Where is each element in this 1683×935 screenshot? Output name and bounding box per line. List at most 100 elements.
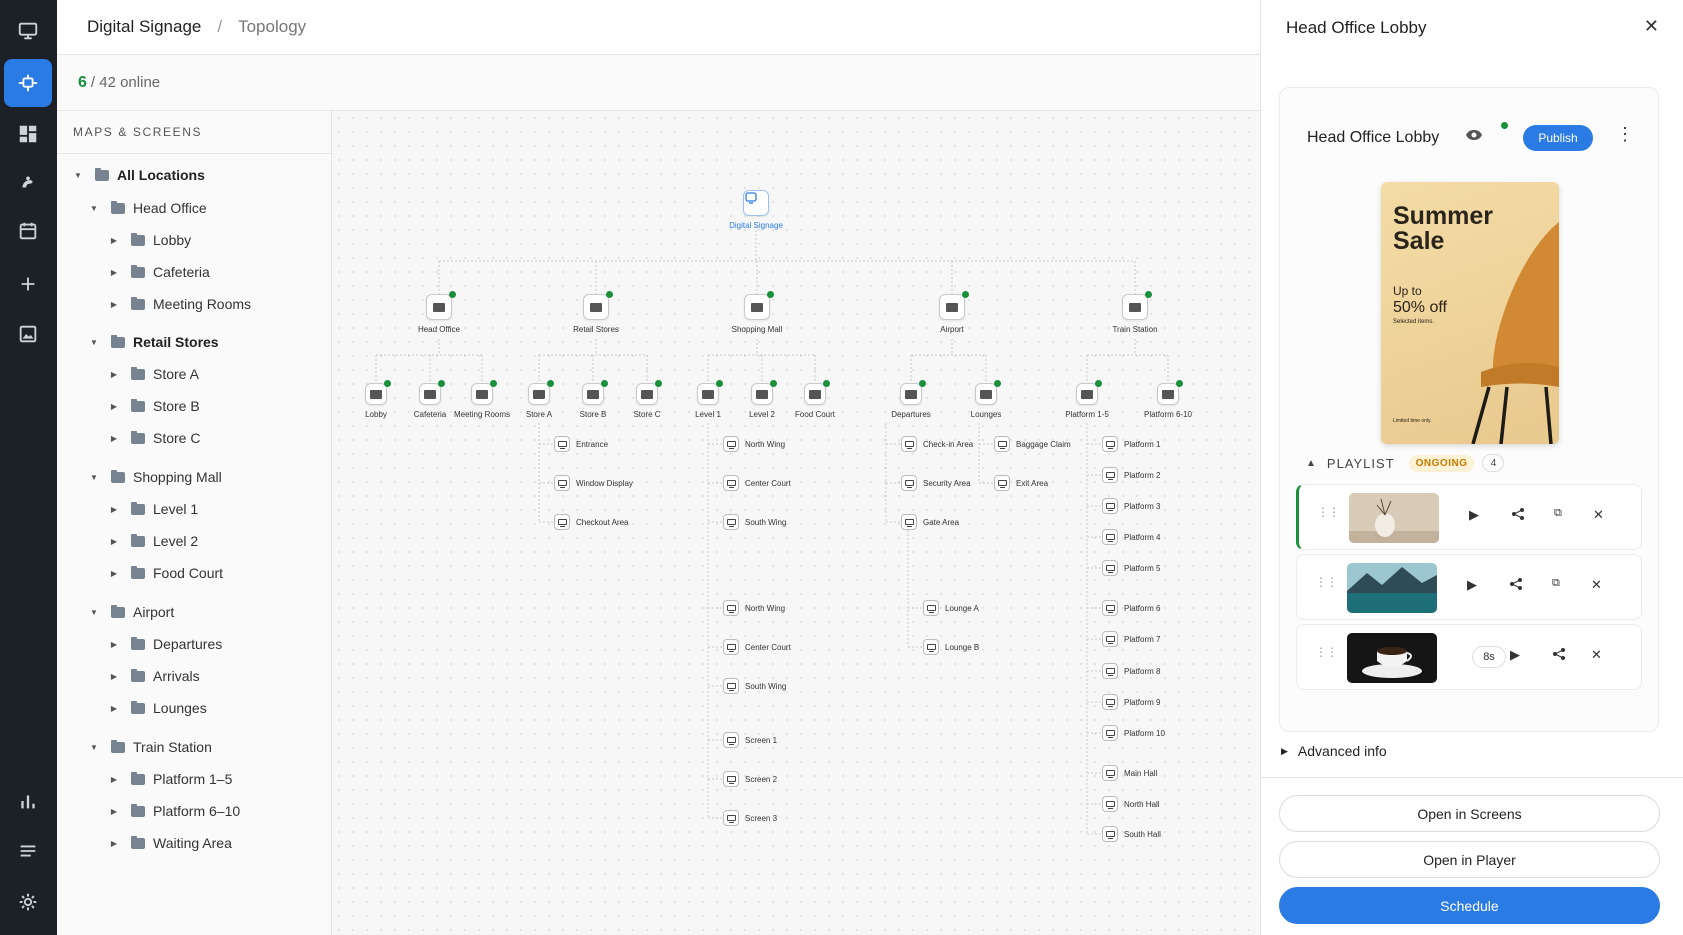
tree-item[interactable]: ▶ Store A [109, 362, 199, 386]
screen-node[interactable]: Platform 9 [1102, 694, 1160, 710]
screen-node[interactable]: South Wing [723, 514, 786, 530]
screen-node[interactable]: Platform 6 [1102, 600, 1160, 616]
chart-icon[interactable] [4, 777, 52, 825]
caret-right-icon[interactable]: ▶ [109, 434, 119, 443]
eye-icon[interactable] [1465, 128, 1483, 146]
play-icon[interactable]: ▶ [1469, 507, 1479, 523]
tree-item[interactable]: ▶ Arrivals [109, 664, 200, 688]
calendar-icon[interactable] [4, 207, 52, 255]
monitor-icon[interactable] [4, 7, 52, 55]
topology-node[interactable]: Platform 1-5 [1052, 380, 1122, 420]
caret-right-icon[interactable]: ▶ [109, 300, 119, 309]
tree-item[interactable]: ▼ Airport [89, 600, 174, 624]
caret-right-icon[interactable]: ▶ [109, 775, 119, 784]
topology-node[interactable]: Store C [612, 380, 682, 420]
duplicate-icon[interactable]: ⧉ [1552, 577, 1560, 590]
topology-node[interactable]: Head Office [404, 291, 474, 335]
publish-button[interactable]: Publish [1523, 125, 1593, 151]
tree-item[interactable]: ▶ Waiting Area [109, 831, 232, 855]
screen-node[interactable]: Center Court [723, 475, 791, 491]
screen-node[interactable]: Security Area [901, 475, 971, 491]
tree-item[interactable]: ▶ Departures [109, 632, 222, 656]
tree-item[interactable]: ▶ Level 1 [109, 497, 198, 521]
playlist-item[interactable]: ⋮⋮ ▶ ⧉ ✕ [1296, 484, 1642, 550]
screen-node[interactable]: Gate Area [901, 514, 959, 530]
tree-item[interactable]: ▶ Platform 6–10 [109, 799, 240, 823]
topology-canvas[interactable]: Digital Signage Head Office Retail Stores S… [332, 111, 1260, 935]
caret-right-icon[interactable]: ▶ [109, 640, 119, 649]
topology-node[interactable]: Retail Stores [561, 291, 631, 335]
caret-down-icon[interactable]: ▼ [89, 204, 99, 213]
share-icon[interactable] [1511, 507, 1525, 524]
play-icon[interactable]: ▶ [1510, 647, 1520, 663]
caret-down-icon[interactable]: ▼ [89, 743, 99, 752]
screen-node[interactable]: Platform 10 [1102, 725, 1165, 741]
tree-item[interactable]: ▶ Food Court [109, 561, 223, 585]
remove-icon[interactable]: ✕ [1591, 647, 1602, 663]
playlist-item[interactable]: ⋮⋮ 8s ▶ ✕ [1296, 624, 1642, 690]
chevron-up-icon[interactable]: ▲ [1306, 458, 1317, 469]
screen-node[interactable]: Platform 5 [1102, 560, 1160, 576]
topology-node[interactable]: Platform 6-10 [1133, 380, 1203, 420]
screen-node[interactable]: Platform 1 [1102, 436, 1160, 452]
tree-item[interactable]: ▶ Meeting Rooms [109, 292, 251, 316]
caret-right-icon[interactable]: ▶ [109, 839, 119, 848]
topology-icon[interactable] [4, 59, 52, 107]
screen-node[interactable]: Platform 8 [1102, 663, 1160, 679]
tree-item[interactable]: ▶ Store C [109, 426, 201, 450]
screen-node[interactable]: Exit Area [994, 475, 1048, 491]
screen-node[interactable]: Baggage Claim [994, 436, 1071, 452]
screen-node[interactable]: North Wing [723, 600, 785, 616]
screen-node[interactable]: North Wing [723, 436, 785, 452]
plus-icon[interactable] [4, 260, 52, 308]
caret-right-icon[interactable]: ▶ [109, 268, 119, 277]
screen-node[interactable]: Screen 2 [723, 771, 777, 787]
topology-node[interactable]: Airport [917, 291, 987, 335]
drag-handle-icon[interactable]: ⋮⋮ [1315, 646, 1338, 658]
drag-handle-icon[interactable]: ⋮⋮ [1315, 576, 1338, 588]
caret-right-icon[interactable]: ▶ [109, 537, 119, 546]
palette-icon[interactable] [4, 158, 52, 206]
caret-down-icon[interactable]: ▼ [73, 171, 83, 180]
caret-down-icon[interactable]: ▼ [89, 608, 99, 617]
screen-node[interactable]: Check-in Area [901, 436, 973, 452]
topology-node[interactable]: Departures [876, 380, 946, 420]
tree-item[interactable]: ▶ Level 2 [109, 529, 198, 553]
screen-node[interactable]: Platform 4 [1102, 529, 1160, 545]
caret-right-icon[interactable]: ▶ [109, 704, 119, 713]
play-icon[interactable]: ▶ [1467, 577, 1477, 593]
duration-badge[interactable]: 8s [1472, 646, 1506, 668]
tree-item[interactable]: ▼ Train Station [89, 735, 212, 759]
caret-right-icon[interactable]: ▶ [109, 370, 119, 379]
tree-item[interactable]: ▶ Lounges [109, 696, 207, 720]
caret-down-icon[interactable]: ▼ [89, 473, 99, 482]
screen-node[interactable]: Platform 2 [1102, 467, 1160, 483]
caret-right-icon[interactable]: ▶ [109, 505, 119, 514]
tree-item[interactable]: ▶ Cafeteria [109, 260, 210, 284]
kebab-menu-icon[interactable]: ⋮ [1616, 124, 1634, 145]
tree-item[interactable]: ▶ Lobby [109, 228, 191, 252]
breadcrumb-root[interactable]: Digital Signage [87, 17, 201, 37]
screen-node[interactable]: Screen 1 [723, 732, 777, 748]
caret-right-icon[interactable]: ▶ [109, 569, 119, 578]
playlist-item[interactable]: ⋮⋮ ▶ ⧉ ✕ [1296, 554, 1642, 620]
share-icon[interactable] [1552, 647, 1566, 664]
screen-node[interactable]: North Hall [1102, 796, 1160, 812]
screen-node[interactable]: Lounge A [923, 600, 979, 616]
caret-right-icon[interactable]: ▶ [109, 236, 119, 245]
screen-node[interactable]: Lounge B [923, 639, 979, 655]
screen-node[interactable]: Window Display [554, 475, 633, 491]
screen-node[interactable]: South Hall [1102, 826, 1161, 842]
remove-icon[interactable]: ✕ [1593, 507, 1604, 523]
gear-icon[interactable] [4, 878, 52, 926]
share-icon[interactable] [1509, 577, 1523, 594]
tree-item[interactable]: ▶ Store B [109, 394, 200, 418]
tree-item[interactable]: ▼ Retail Stores [89, 330, 219, 354]
topology-root-node[interactable]: Digital Signage [721, 190, 791, 231]
tree-item[interactable]: ▼ Head Office [89, 196, 207, 220]
list-icon[interactable] [4, 827, 52, 875]
tree-item[interactable]: ▶ Platform 1–5 [109, 767, 232, 791]
schedule-button[interactable]: Schedule [1279, 887, 1660, 924]
caret-down-icon[interactable]: ▼ [89, 338, 99, 347]
topology-node[interactable]: Food Court [780, 380, 850, 420]
